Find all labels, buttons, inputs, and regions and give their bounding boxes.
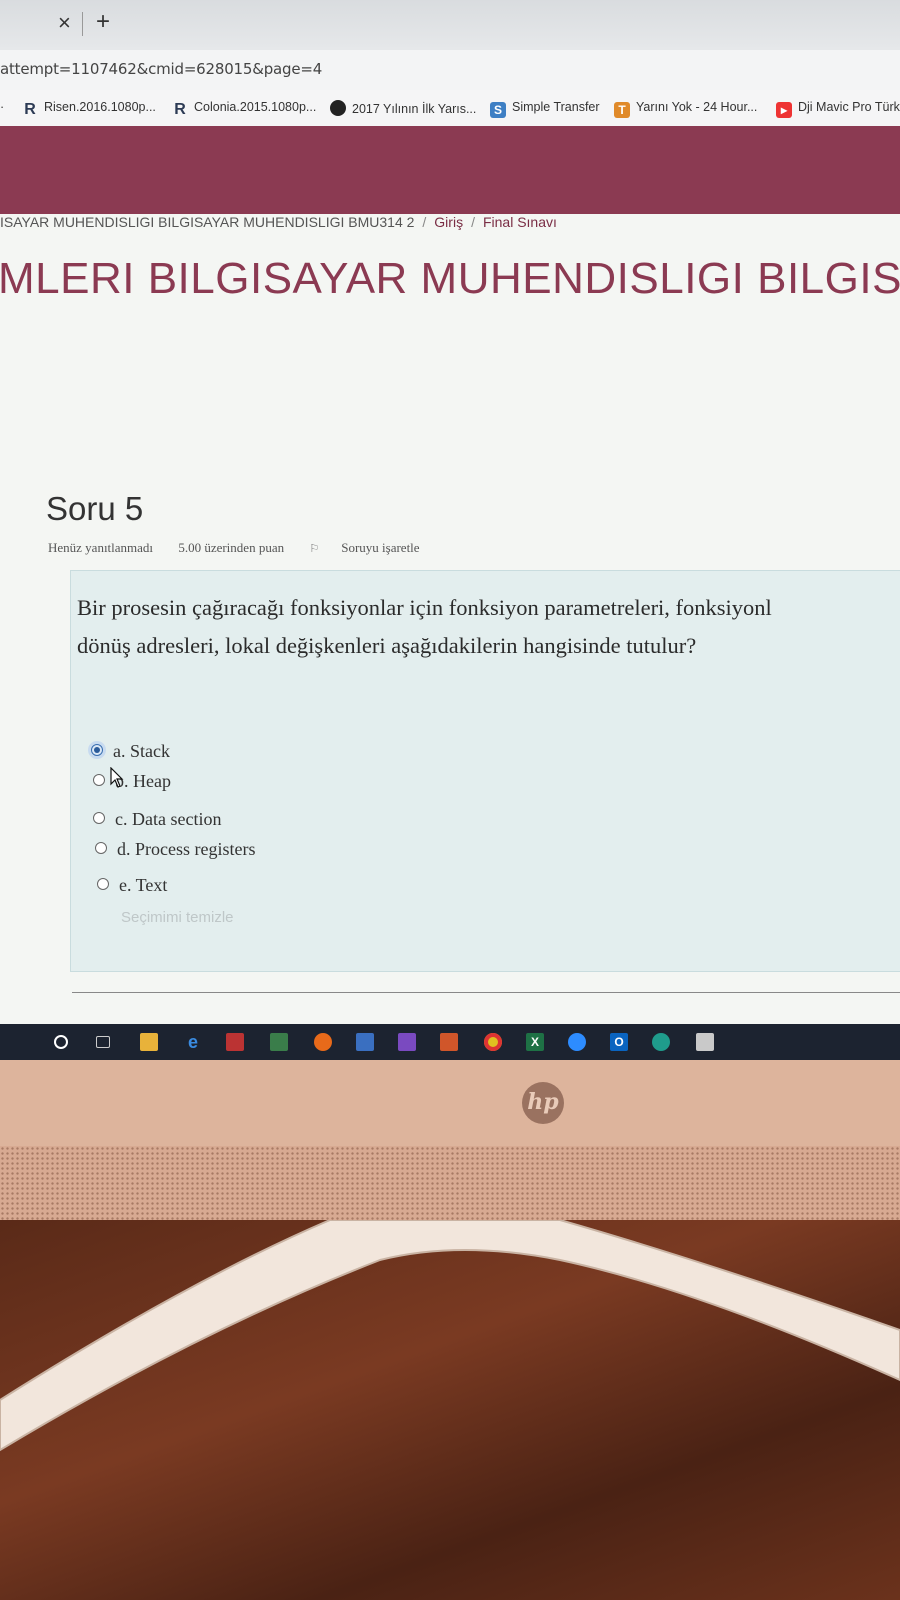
file-explorer-icon[interactable] bbox=[140, 1033, 158, 1051]
option-e[interactable]: e. Text bbox=[97, 875, 167, 896]
r-icon: R bbox=[174, 101, 186, 118]
flag-icon: ⚐ bbox=[309, 543, 320, 555]
excel-icon[interactable]: X bbox=[526, 1033, 544, 1051]
option-label: a. Stack bbox=[113, 741, 170, 761]
firefox-icon[interactable] bbox=[314, 1033, 332, 1051]
option-a[interactable]: a. Stack bbox=[91, 741, 170, 762]
speech-bubble-icon bbox=[330, 100, 346, 116]
question-info: Henüz yanıtlanmadı 5.00 üzerinden puan ⚐… bbox=[48, 540, 464, 556]
media-player-icon[interactable] bbox=[440, 1033, 458, 1051]
bookmarks-bar: · R Risen.2016.1080p... R Colonia.2015.108… bbox=[0, 90, 900, 127]
breadcrumb-separator: / bbox=[471, 214, 475, 230]
option-label: e. Text bbox=[119, 875, 168, 895]
tab-bar: × + bbox=[0, 0, 900, 50]
option-label: c. Data section bbox=[115, 809, 222, 829]
question-box: Bir prosesin çağıracağı fonksiyonlar içi… bbox=[70, 570, 900, 972]
bookmark-label: Risen.2016.1080p... bbox=[44, 100, 156, 114]
screen: × + attempt=1107462&cmid=628015&page=4 ·… bbox=[0, 0, 900, 1075]
internet-explorer-icon[interactable]: e bbox=[184, 1033, 202, 1051]
r-icon: R bbox=[24, 101, 36, 118]
app-icon[interactable] bbox=[696, 1033, 714, 1051]
question-points: 5.00 üzerinden puan bbox=[178, 540, 285, 555]
bookmark-dji[interactable]: ▸ Dji Mavic Pro Türkç bbox=[776, 100, 900, 118]
radio-c[interactable] bbox=[93, 812, 105, 824]
radio-b[interactable] bbox=[93, 774, 105, 786]
hp-logo: hp bbox=[522, 1082, 564, 1124]
new-tab-button[interactable]: + bbox=[96, 8, 110, 36]
monitor-stand bbox=[0, 1220, 900, 1452]
monitor-bezel bbox=[0, 1060, 900, 1146]
bookmark-label: Simple Transfer bbox=[512, 100, 600, 114]
bookmark-label: Yarını Yok - 24 Hour... bbox=[636, 100, 758, 114]
bookmark-simple-transfer[interactable]: S Simple Transfer bbox=[490, 100, 600, 118]
radio-a[interactable] bbox=[91, 744, 103, 756]
outlook-icon[interactable]: O bbox=[610, 1033, 628, 1051]
main-content: ISAYAR MUHENDISLIGI BILGISAYAR MUHENDISL… bbox=[0, 214, 900, 1024]
question-title: Soru 5 bbox=[46, 490, 144, 527]
site-banner bbox=[0, 126, 900, 214]
breadcrumb-final[interactable]: Final Sınavı bbox=[483, 214, 557, 230]
simple-transfer-icon: S bbox=[490, 102, 506, 118]
radio-e[interactable] bbox=[97, 878, 109, 890]
store-icon[interactable] bbox=[356, 1033, 374, 1051]
option-label: d. Process registers bbox=[117, 839, 256, 859]
mouse-cursor-icon bbox=[110, 766, 124, 795]
page-title: MLERI BILGISAYAR MUHENDISLIGI BILGISAYA bbox=[0, 254, 900, 303]
tab-close-button[interactable]: × bbox=[58, 10, 71, 36]
bookmark-label: 2017 Yılının İlk Yarıs... bbox=[352, 102, 477, 116]
zoom-icon[interactable] bbox=[568, 1033, 586, 1051]
windows-taskbar: e X O bbox=[0, 1024, 900, 1060]
calculator-icon[interactable] bbox=[270, 1033, 288, 1051]
visual-studio-icon[interactable] bbox=[398, 1033, 416, 1051]
breadcrumb-separator: / bbox=[422, 214, 427, 230]
bookmark-yarini-yok[interactable]: T Yarını Yok - 24 Hour... bbox=[614, 100, 757, 118]
question-text: Bir prosesin çağıracağı fonksiyonlar içi… bbox=[77, 595, 772, 658]
youtube-icon: ▸ bbox=[776, 102, 792, 118]
option-d[interactable]: d. Process registers bbox=[95, 839, 255, 860]
breadcrumb-giris[interactable]: Giriş bbox=[434, 214, 463, 230]
bookmark-2017[interactable]: 2017 Yılının İlk Yarıs... bbox=[330, 100, 476, 116]
tab-divider bbox=[82, 12, 83, 36]
url-text[interactable]: attempt=1107462&cmid=628015&page=4 bbox=[0, 60, 322, 78]
cortana-search-icon[interactable] bbox=[54, 1035, 68, 1049]
task-view-icon[interactable] bbox=[96, 1036, 110, 1048]
flag-label: Soruyu işaretle bbox=[341, 540, 420, 555]
t-icon: T bbox=[614, 102, 630, 118]
breadcrumb: ISAYAR MUHENDISLIGI BILGISAYAR MUHENDISL… bbox=[0, 214, 557, 230]
chrome-icon[interactable] bbox=[484, 1033, 502, 1051]
bookmark-label: Dji Mavic Pro Türkç bbox=[798, 100, 900, 114]
question-status: Henüz yanıtlanmadı bbox=[48, 540, 154, 555]
breadcrumb-course[interactable]: ISAYAR MUHENDISLIGI BILGISAYAR MUHENDISL… bbox=[0, 214, 414, 230]
clear-selection-link[interactable]: Seçimimi temizle bbox=[121, 909, 234, 926]
bookmark-colonia[interactable]: R Colonia.2015.1080p... bbox=[172, 100, 316, 118]
address-bar[interactable]: attempt=1107462&cmid=628015&page=4 bbox=[0, 50, 900, 90]
option-b[interactable]: b. Heap bbox=[93, 771, 171, 792]
app-icon[interactable] bbox=[226, 1033, 244, 1051]
radio-d[interactable] bbox=[95, 842, 107, 854]
bookmark-overflow[interactable]: · bbox=[0, 100, 4, 114]
bookmark-risen[interactable]: R Risen.2016.1080p... bbox=[22, 100, 156, 118]
bookmark-label: Colonia.2015.1080p... bbox=[194, 100, 317, 114]
edge-icon[interactable] bbox=[652, 1033, 670, 1051]
option-c[interactable]: c. Data section bbox=[93, 809, 221, 830]
speaker-grille bbox=[0, 1146, 900, 1220]
divider bbox=[72, 992, 900, 993]
flag-question-link[interactable]: ⚐ Soruyu işaretle bbox=[309, 540, 441, 555]
